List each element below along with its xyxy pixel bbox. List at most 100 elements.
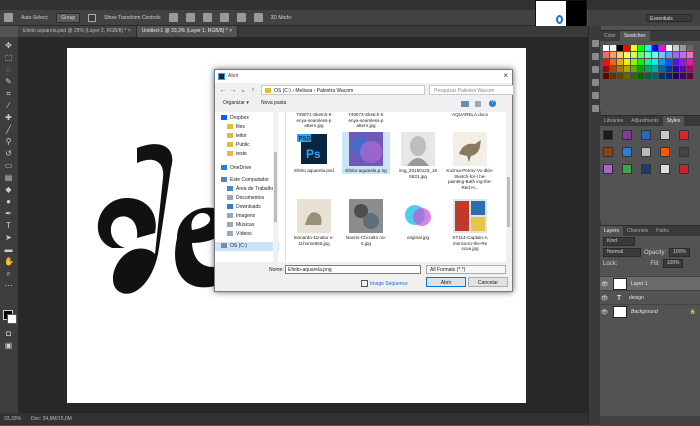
color-swatch[interactable] [603, 66, 609, 72]
align-right-icon[interactable] [253, 13, 263, 22]
color-swatch[interactable] [673, 73, 679, 79]
move-tool-icon[interactable] [4, 13, 13, 22]
color-swatch[interactable] [603, 73, 609, 79]
fill-field[interactable]: 100% [662, 259, 684, 268]
align-center-icon[interactable] [236, 13, 246, 22]
open-button[interactable]: Abrir [426, 277, 466, 287]
layer-row[interactable]: 👁 Background 🔒 [600, 304, 700, 319]
tab-adjustments[interactable]: Adjustments [627, 116, 663, 126]
close-icon[interactable]: × [229, 28, 232, 34]
color-swatch[interactable] [659, 52, 665, 58]
navigation-scrollbar[interactable] [273, 112, 278, 262]
sidebar-item[interactable]: OneDrive [221, 164, 251, 173]
crop-tool-icon[interactable]: ⌗ [4, 89, 13, 98]
color-swatch[interactable] [673, 52, 679, 58]
color-swatch[interactable] [645, 59, 651, 65]
color-swatch[interactable] [638, 52, 644, 58]
breadcrumb[interactable]: OS (C:) › Melissa › Palestra Wacom [261, 85, 425, 95]
blur-tool-icon[interactable]: ◆ [4, 185, 13, 194]
color-swatch[interactable] [680, 66, 686, 72]
style-preset[interactable] [622, 130, 632, 140]
tab-styles[interactable]: Styles [662, 116, 685, 126]
actions-panel-icon[interactable] [592, 53, 599, 60]
color-swatch[interactable] [659, 45, 665, 51]
character-panel-icon[interactable] [592, 92, 599, 99]
color-swatch[interactable] [638, 66, 644, 72]
style-preset[interactable] [603, 147, 613, 157]
color-swatch[interactable] [638, 45, 644, 51]
align-top-icon[interactable] [168, 13, 178, 22]
sidebar-item[interactable]: Public [227, 141, 250, 150]
sidebar-item[interactable]: teste [227, 150, 247, 159]
path-select-tool-icon[interactable]: ➤ [4, 233, 13, 242]
color-swatch[interactable] [687, 59, 693, 65]
dodge-tool-icon[interactable]: ● [4, 197, 13, 206]
color-swatch[interactable] [645, 73, 651, 79]
color-swatch[interactable] [631, 45, 637, 51]
color-swatch[interactable] [603, 45, 609, 51]
visibility-eye-icon[interactable]: 👁 [600, 309, 609, 316]
tab-untitled-1[interactable]: Untitled-1 @ 33,3% (Layer 1, RGB/8) * × [136, 26, 239, 37]
sidebar-item[interactable]: Dropbox [221, 114, 249, 123]
auto-select-dropdown[interactable]: Group [56, 12, 81, 23]
file-item[interactable]: leonardo-11natur e-11horse550.jpg [290, 199, 338, 246]
color-swatch[interactable] [680, 59, 686, 65]
layer-filter-dropdown[interactable]: Kind [603, 237, 635, 246]
color-swatch[interactable] [610, 59, 616, 65]
color-swatch[interactable] [631, 59, 637, 65]
file-item[interactable]: img_20150123_16 5531.jpg [394, 132, 442, 179]
tab-libraries[interactable]: Libraries [600, 116, 627, 126]
color-swatch[interactable] [617, 73, 623, 79]
sidebar-item[interactable]: leitor [227, 132, 247, 141]
zoom-level[interactable]: 33,33% [4, 416, 21, 422]
paragraph-panel-icon[interactable] [592, 105, 599, 112]
color-swatch[interactable] [687, 66, 693, 72]
tab-paths[interactable]: Paths [652, 226, 673, 236]
file-item[interactable]: PSD Ps Efeito aquarela.psd [290, 132, 338, 174]
hand-tool-icon[interactable]: ✋ [4, 257, 14, 266]
more-tools-icon[interactable]: ⋯ [4, 281, 13, 290]
style-preset[interactable] [679, 147, 689, 157]
lasso-tool-icon[interactable]: ◌ [4, 65, 13, 74]
color-swatch[interactable] [610, 45, 616, 51]
visibility-eye-icon[interactable]: 👁 [600, 295, 609, 302]
style-preset[interactable] [660, 164, 670, 174]
file-format-dropdown[interactable]: All Formats (*.*) [426, 265, 506, 274]
close-icon[interactable]: × [503, 71, 508, 80]
color-swatch[interactable] [652, 73, 658, 79]
color-swatch[interactable] [673, 45, 679, 51]
workspace-dropdown[interactable]: Essentials [646, 14, 692, 22]
color-swatch[interactable] [617, 59, 623, 65]
history-panel-icon[interactable] [592, 40, 599, 47]
search-input[interactable]: Pesquisar Palestra Wacom [429, 85, 514, 95]
file-item[interactable]: 749073-Sketch-K enya-seamless-p attern.j… [342, 112, 390, 129]
quick-select-tool-icon[interactable]: ✎ [4, 77, 13, 86]
brush-tool-icon[interactable]: ╱ [4, 125, 13, 134]
color-swatch[interactable] [652, 45, 658, 51]
transform-controls-checkbox[interactable] [88, 13, 97, 22]
style-preset[interactable] [622, 147, 632, 157]
color-swatch[interactable] [652, 66, 658, 72]
color-swatch[interactable] [687, 73, 693, 79]
sidebar-item[interactable]: OS (C:) [215, 242, 279, 251]
preview-pane-icon[interactable] [475, 101, 481, 107]
align-left-icon[interactable] [219, 13, 229, 22]
blend-mode-dropdown[interactable]: Normal [603, 248, 641, 257]
tab-layers[interactable]: Layers [600, 226, 624, 236]
organize-menu[interactable]: Organizar ▾ [223, 100, 249, 106]
color-swatch[interactable] [610, 66, 616, 72]
style-preset[interactable] [641, 130, 651, 140]
sidebar-item[interactable]: Músicas [227, 221, 254, 230]
back-arrow-icon[interactable]: ← [219, 85, 227, 96]
file-item[interactable]: AQUARELA.docx [446, 112, 494, 118]
color-swatch[interactable] [687, 52, 693, 58]
style-preset[interactable] [660, 147, 670, 157]
color-swatch[interactable] [645, 66, 651, 72]
new-folder-button[interactable]: Nova pasta [261, 100, 286, 106]
color-swatch[interactable] [624, 59, 630, 65]
file-item[interactable]: Kuzma-Petrov-Vo dkin-Sketch-for-t he-pai… [446, 132, 494, 190]
file-item[interactable]: original.jpg [394, 199, 442, 241]
quick-mask-icon[interactable]: ◘ [4, 329, 13, 338]
color-swatch[interactable] [680, 52, 686, 58]
style-preset[interactable] [679, 164, 689, 174]
